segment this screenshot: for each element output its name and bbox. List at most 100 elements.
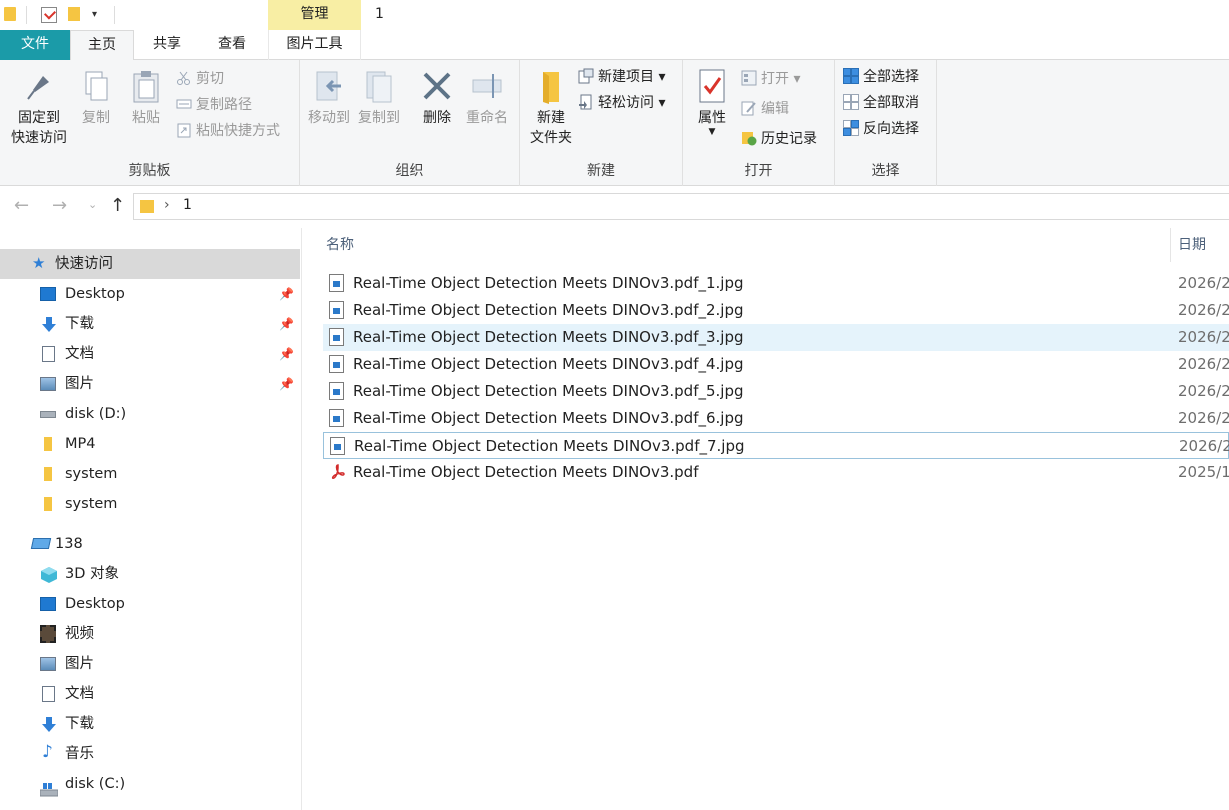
nav-label: 文档 [65,346,94,362]
nav-label: 音乐 [65,746,94,762]
file-list: 名称 日期 Real-Time Object Detection Meets D… [303,228,1229,810]
nav-item-pc-documents[interactable]: 文档 [0,679,300,709]
copy-button[interactable]: 复制 [76,68,116,128]
open-button[interactable]: 打开 ▾ [741,68,800,90]
file-date: 2026/2 [1178,355,1229,373]
copy-path-button[interactable]: 复制路径 [176,94,252,116]
rename-button[interactable]: 重命名 [462,68,512,128]
copy-icon [80,68,112,104]
tab-home[interactable]: 主页 [70,30,134,61]
address-box[interactable]: › 1 [133,193,1229,220]
nav-item-desktop[interactable]: Desktop 📌 [0,279,300,309]
nav-item-3d-objects[interactable]: 3D 对象 [0,559,300,589]
breadcrumb-chevron-icon[interactable]: › [164,197,170,213]
copy-path-label: 复制路径 [196,97,252,113]
nav-item-music[interactable]: ♪ 音乐 [0,739,300,769]
document-icon [42,346,55,362]
pin-icon[interactable]: 📌 [279,309,294,339]
file-name: Real-Time Object Detection Meets DINOv3.… [353,301,744,319]
manage-contextual-tab[interactable]: 管理 [268,0,361,30]
select-none-button[interactable]: 全部取消 [843,92,919,114]
nav-item-pc-downloads[interactable]: 下载 [0,709,300,739]
delete-button[interactable]: 删除 [412,68,462,128]
nav-item-documents[interactable]: 文档 📌 [0,339,300,369]
nav-item-pc-desktop[interactable]: Desktop [0,589,300,619]
nav-item-mp4[interactable]: MP4 [0,429,300,459]
folder-icon [140,200,154,213]
invert-selection-button[interactable]: 反向选择 [843,118,919,140]
nav-label: Desktop [65,286,125,302]
pin-label-1: 固定到 [18,110,60,126]
paste-shortcut-button[interactable]: 粘贴快捷方式 [176,120,280,142]
image-file-icon [329,409,344,427]
select-all-icon [843,68,859,84]
rename-icon [471,68,503,104]
column-separator[interactable] [1170,228,1171,262]
nav-this-pc[interactable]: 138 [0,529,300,559]
tab-share[interactable]: 共享 [134,30,200,60]
file-row[interactable]: Real-Time Object Detection Meets DINOv3.… [323,324,1229,351]
select-all-button[interactable]: 全部选择 [843,66,919,88]
tab-view[interactable]: 查看 [200,30,264,60]
nav-item-system[interactable]: system [0,459,300,489]
new-folder-quick-icon[interactable] [68,7,80,21]
delete-label: 删除 [423,110,451,126]
cut-button[interactable]: 剪切 [176,68,224,90]
edit-icon [741,100,757,116]
tab-picture-tools[interactable]: 图片工具 [268,30,361,60]
nav-item-pc-pictures[interactable]: 图片 [0,649,300,679]
paste-label: 粘贴 [132,110,160,126]
paste-button[interactable]: 粘贴 [126,68,166,128]
column-header-date[interactable]: 日期 [1178,228,1206,264]
column-header-name[interactable]: 名称 [326,228,354,264]
pictures-icon [40,377,56,391]
file-row[interactable]: Real-Time Object Detection Meets DINOv3.… [323,297,1229,324]
copy-to-icon [363,68,395,104]
new-item-button[interactable]: 新建项目 ▾ [578,66,665,88]
easy-access-icon [578,94,594,110]
pin-icon[interactable]: 📌 [279,279,294,309]
history-button[interactable]: 历史记录 [741,128,817,150]
properties-button[interactable]: 属性 ▼ [689,68,735,137]
pin-icon[interactable]: 📌 [279,369,294,399]
folder-icon[interactable] [4,7,16,21]
nav-label: 138 [55,536,83,552]
file-row[interactable]: Real-Time Object Detection Meets DINOv3.… [323,459,1229,486]
file-row[interactable]: Real-Time Object Detection Meets DINOv3.… [323,378,1229,405]
nav-item-downloads[interactable]: 下载 📌 [0,309,300,339]
pin-quick-access-button[interactable]: 固定到 快速访问 [6,68,72,148]
move-to-button[interactable]: 移动到 [304,68,354,128]
open-icon [741,70,757,86]
copy-to-label: 复制到 [358,110,400,126]
new-folder-button[interactable]: 新建 文件夹 [524,68,578,148]
select-all-label: 全部选择 [863,69,919,85]
customize-quick-access-dropdown[interactable]: ▾ [92,9,97,25]
file-row[interactable]: Real-Time Object Detection Meets DINOv3.… [323,432,1229,459]
nav-quick-access[interactable]: ★ 快速访问 [0,249,300,279]
nav-item-videos[interactable]: 视频 [0,619,300,649]
file-row[interactable]: Real-Time Object Detection Meets DINOv3.… [323,351,1229,378]
forward-arrow-icon[interactable]: → [52,195,67,216]
nav-item-disk-c[interactable]: disk (C:) [0,769,300,799]
breadcrumb-path[interactable]: 1 [183,197,192,213]
file-name: Real-Time Object Detection Meets DINOv3.… [353,274,744,292]
recent-locations-chevron-icon[interactable]: ⌄ [88,198,97,211]
easy-access-button[interactable]: 轻松访问 ▾ [578,92,665,114]
nav-item-pictures[interactable]: 图片 📌 [0,369,300,399]
copy-to-button[interactable]: 复制到 [354,68,404,128]
select-group: 全部选择 全部取消 反向选择 选择 [835,60,937,186]
tab-file[interactable]: 文件 [0,30,70,60]
new-item-icon [578,68,594,84]
up-arrow-icon[interactable]: ↑ [110,195,125,216]
pin-icon[interactable]: 📌 [279,339,294,369]
nav-item-disk-d[interactable]: disk (D:) [0,399,300,429]
ribbon-tabs: 文件 主页 共享 查看 图片工具 [0,30,1229,61]
edit-button[interactable]: 编辑 [741,98,789,120]
file-row[interactable]: Real-Time Object Detection Meets DINOv3.… [323,270,1229,297]
nav-label: 下载 [65,716,94,732]
nav-label: system [65,466,118,482]
back-arrow-icon[interactable]: ← [14,195,29,216]
nav-item-system-2[interactable]: system [0,489,300,519]
properties-quick-icon[interactable] [41,7,57,23]
file-row[interactable]: Real-Time Object Detection Meets DINOv3.… [323,405,1229,432]
